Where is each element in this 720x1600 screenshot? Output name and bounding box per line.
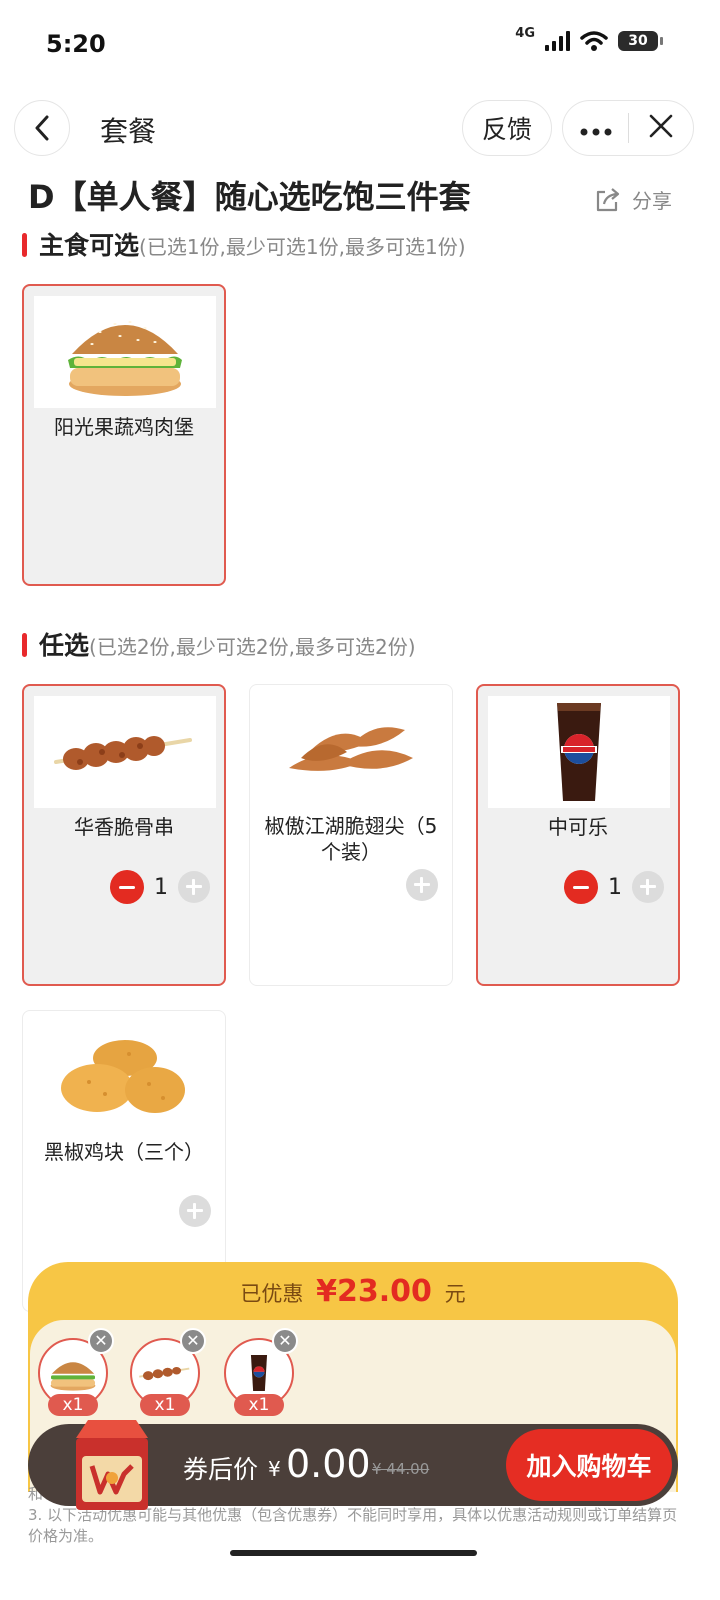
quantity-value: 1	[608, 874, 622, 900]
section-header-optional: 任选 (已选2份,最少可选2份,最多可选2份)	[22, 626, 416, 662]
picked-count: x1	[48, 1394, 98, 1416]
option-name: 椒傲江湖脆翅尖（5个装）	[264, 814, 438, 864]
quantity-stepper	[179, 1195, 211, 1227]
more-dots-icon	[580, 128, 611, 136]
option-card-skewer[interactable]: 华香脆骨串 1	[22, 684, 226, 986]
after-coupon-label: 券后价	[183, 1455, 259, 1484]
add-to-cart-button[interactable]: 加入购物车	[506, 1429, 672, 1501]
share-label: 分享	[632, 189, 672, 213]
battery-icon: 30	[618, 31, 663, 51]
close-button[interactable]	[629, 111, 693, 146]
plus-button[interactable]	[632, 871, 664, 903]
feedback-button[interactable]: 反馈	[462, 100, 552, 156]
status-icons: 4G 30	[515, 26, 663, 52]
chevron-left-icon	[35, 115, 49, 141]
remove-item-button[interactable]: ✕	[272, 1328, 298, 1354]
close-icon	[649, 114, 673, 137]
option-card-wing-tips[interactable]: 椒傲江湖脆翅尖（5个装）	[249, 684, 453, 986]
currency-symbol: ¥	[268, 1457, 281, 1481]
wing-tips-image	[260, 695, 442, 807]
product-title: D【单人餐】随心选吃饱三件套	[28, 178, 471, 216]
final-price: 0.00	[286, 1442, 371, 1486]
section-title: 任选	[39, 631, 90, 660]
discount-summary: 已优惠 ¥23.00 元	[28, 1274, 678, 1309]
plus-button[interactable]	[406, 869, 438, 901]
burger-image	[34, 296, 216, 408]
plus-button[interactable]	[179, 1195, 211, 1227]
option-card-burger[interactable]: 阳光果蔬鸡肉堡	[22, 284, 226, 586]
minus-button[interactable]	[110, 870, 144, 904]
picked-count: x1	[140, 1394, 190, 1416]
discount-prefix: 已优惠	[240, 1282, 304, 1306]
remove-item-button[interactable]: ✕	[180, 1328, 206, 1354]
network-type: 4G	[515, 25, 535, 41]
status-bar: 5:20 4G 30	[0, 0, 720, 90]
discount-amount: ¥23.00	[316, 1274, 432, 1309]
section-accent-bar	[22, 633, 27, 657]
share-button[interactable]: 分享	[594, 185, 672, 214]
option-name: 阳光果蔬鸡肉堡	[54, 415, 194, 439]
status-time: 5:20	[46, 30, 106, 58]
quantity-stepper	[406, 869, 438, 901]
original-price: ¥ 44.00	[372, 1460, 430, 1478]
section-title: 主食可选	[39, 231, 140, 260]
picked-count: x1	[234, 1394, 284, 1416]
quantity-stepper: 1	[564, 870, 664, 904]
minus-button[interactable]	[564, 870, 598, 904]
plus-button[interactable]	[178, 871, 210, 903]
discount-suffix: 元	[444, 1282, 466, 1306]
cart-bar: 券后价 ¥ 0.00 ¥ 44.00 加入购物车	[28, 1420, 678, 1510]
option-name: 中可乐	[548, 815, 608, 839]
signal-icon	[545, 31, 570, 51]
section-note: (已选1份,最少可选1份,最多可选1份)	[139, 235, 466, 259]
page-title: 套餐	[100, 115, 157, 148]
share-icon	[596, 187, 620, 211]
option-name: 黑椒鸡块（三个）	[44, 1140, 204, 1164]
section-note: (已选2份,最少可选2份,最多可选2份)	[89, 635, 416, 659]
nav-bar: 套餐 反馈	[0, 98, 720, 158]
more-button[interactable]	[563, 114, 628, 142]
skewer-image	[34, 696, 216, 808]
remove-item-button[interactable]: ✕	[88, 1328, 114, 1354]
cola-image	[488, 696, 670, 808]
option-name: 华香脆骨串	[74, 815, 174, 839]
nuggets-image	[33, 1021, 215, 1133]
wifi-icon	[580, 31, 608, 51]
meal-bag-icon	[76, 1420, 148, 1510]
quantity-stepper: 1	[110, 870, 210, 904]
section-header-main: 主食可选 (已选1份,最少可选1份,最多可选1份)	[22, 226, 466, 262]
home-indicator[interactable]	[230, 1550, 477, 1556]
section-accent-bar	[22, 233, 27, 257]
back-button[interactable]	[14, 100, 70, 156]
quantity-value: 1	[154, 874, 168, 900]
mini-program-capsule	[562, 100, 694, 156]
option-card-cola[interactable]: 中可乐 1	[476, 684, 680, 986]
